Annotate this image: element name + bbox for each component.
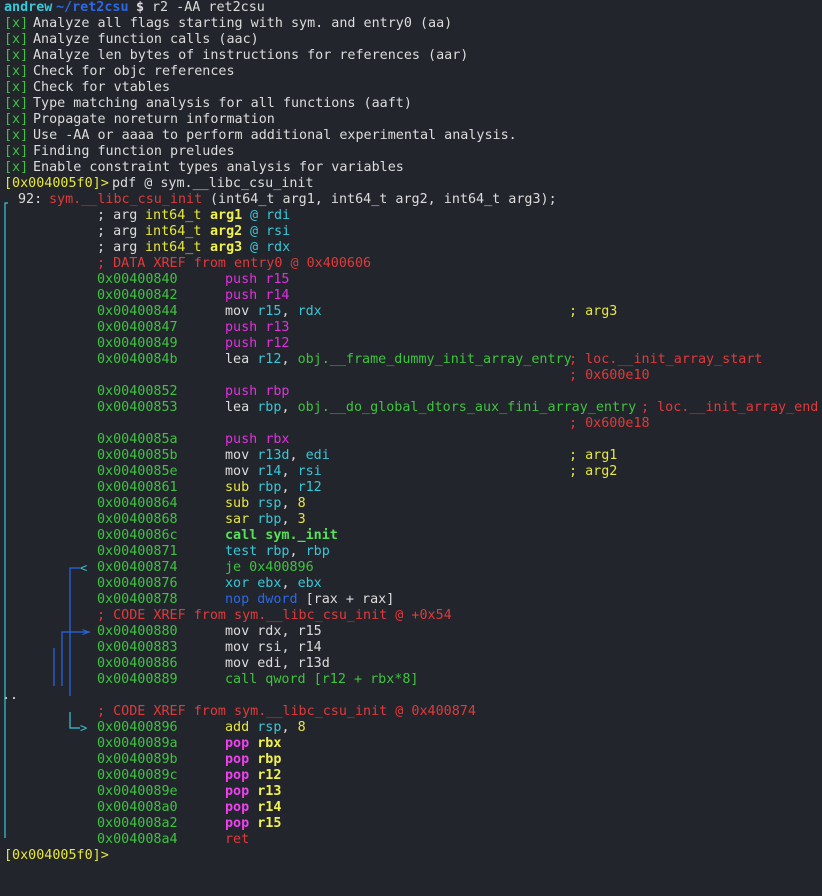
- function-bracket: [4, 202, 8, 838]
- je-arrow-head: <: [80, 561, 87, 575]
- loop-arrow-line: [61, 631, 90, 686]
- je-arrow-target: [69, 712, 80, 729]
- terminal-window[interactable]: andrew ~/ret2csu $ r2 -AA ret2csu [x] Analyz…: [0, 0, 822, 868]
- je-target-head: >: [80, 721, 87, 735]
- loop-arrow-head: >: [82, 625, 89, 639]
- flow-arrows: < > >: [4, 202, 90, 838]
